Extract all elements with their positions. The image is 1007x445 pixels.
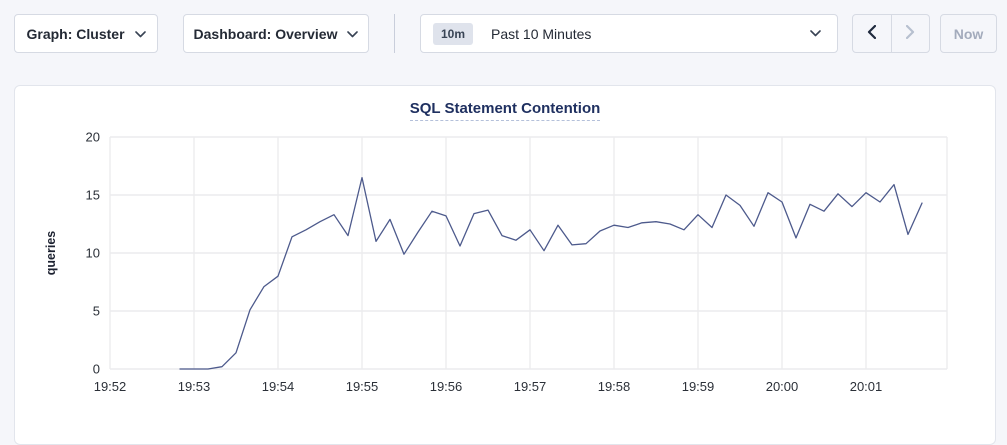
time-step-back-button[interactable] (853, 15, 892, 52)
svg-text:19:54: 19:54 (262, 379, 295, 394)
svg-text:5: 5 (93, 304, 100, 319)
time-range-picker[interactable]: 10m Past 10 Minutes (420, 14, 838, 53)
sql-contention-chart: 0 5 10 15 20 19:52 19:53 19:54 19:55 19:56 19:57 19… (15, 86, 995, 431)
svg-text:19:57: 19:57 (514, 379, 547, 394)
dashboard-dropdown-label: Dashboard: Overview (194, 26, 338, 42)
time-range-badge: 10m (433, 23, 473, 45)
chevron-right-icon (906, 25, 915, 42)
graph-scope-dropdown[interactable]: Graph: Cluster (14, 14, 158, 53)
chevron-down-icon (810, 30, 821, 37)
svg-text:15: 15 (86, 188, 100, 203)
chart-card: SQL Statement Contention 0510152019:5219… (14, 85, 996, 445)
svg-text:19:58: 19:58 (598, 379, 631, 394)
toolbar-divider (394, 14, 395, 53)
svg-text:0: 0 (93, 362, 100, 377)
svg-text:20: 20 (86, 130, 100, 145)
svg-text:19:55: 19:55 (346, 379, 379, 394)
svg-text:19:53: 19:53 (178, 379, 211, 394)
chevron-left-icon (867, 25, 876, 42)
svg-text:20:01: 20:01 (850, 379, 883, 394)
graph-scope-dropdown-label: Graph: Cluster (27, 26, 125, 42)
svg-text:19:59: 19:59 (682, 379, 715, 394)
chevron-down-icon (347, 31, 358, 38)
dashboard-dropdown[interactable]: Dashboard: Overview (183, 14, 369, 53)
svg-text:19:56: 19:56 (430, 379, 463, 394)
metrics-toolbar: Graph: Cluster Dashboard: Overview 10m P… (14, 14, 997, 53)
svg-text:queries: queries (44, 231, 58, 276)
time-step-forward-button[interactable] (892, 15, 930, 52)
time-step-buttons (852, 14, 930, 53)
svg-text:20:00: 20:00 (766, 379, 799, 394)
now-button[interactable]: Now (940, 14, 997, 53)
metrics-page: { "page": { "background": "#f5f6fa" }, "… (0, 0, 1007, 432)
chevron-down-icon (135, 31, 146, 38)
time-range-label: Past 10 Minutes (491, 26, 810, 42)
svg-text:10: 10 (86, 246, 100, 261)
svg-text:19:52: 19:52 (94, 379, 127, 394)
